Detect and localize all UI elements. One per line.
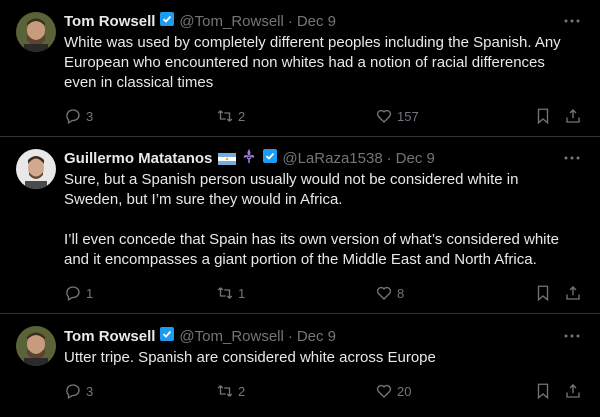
reply-button[interactable]: 1 (64, 283, 93, 303)
verified-badge-icon (262, 148, 278, 168)
separator-dot: · (287, 12, 293, 30)
tweet-text-line: Sure, but a Spanish person usually would… (64, 171, 519, 188)
share-button[interactable] (564, 106, 582, 126)
tweet-actions: 3 2 20 (64, 381, 584, 401)
heart-icon (376, 384, 392, 398)
avatar[interactable] (16, 326, 56, 366)
bookmark-button[interactable] (534, 283, 552, 303)
fleur-de-lis-icon (242, 148, 256, 168)
like-button[interactable]: 157 (375, 106, 419, 126)
author-handle[interactable]: @Tom_Rowsell (179, 328, 283, 345)
repost-icon (217, 110, 233, 122)
bookmark-icon (537, 108, 549, 125)
tweet-text-line: even in classical times (64, 74, 214, 91)
tweet-header: Tom Rowsell @Tom_Rowsell · Dec 9 (64, 11, 336, 31)
like-button[interactable]: 8 (375, 283, 404, 303)
tweet-text-line (64, 210, 584, 230)
share-button[interactable] (564, 283, 582, 303)
reply-button[interactable]: 3 (64, 106, 93, 126)
argentina-flag-icon (218, 152, 237, 165)
like-count: 157 (397, 108, 419, 124)
tweet-3[interactable]: Tom Rowsell @Tom_Rowsell · Dec 9 Utter t… (0, 314, 600, 417)
avatar[interactable] (16, 12, 56, 52)
separator-dot: · (287, 327, 293, 345)
reply-icon (66, 109, 80, 124)
author-handle[interactable]: @Tom_Rowsell (179, 13, 283, 30)
heart-icon (376, 109, 392, 123)
tweet-text-line: White was used by completely different p… (64, 34, 561, 51)
verified-badge-icon (159, 11, 175, 31)
like-count: 20 (397, 383, 412, 399)
reply-count: 3 (86, 383, 94, 399)
repost-icon (217, 287, 233, 299)
bookmark-button[interactable] (534, 381, 552, 401)
reply-count: 1 (86, 285, 94, 301)
reply-icon (66, 384, 80, 399)
tweet-header: Tom Rowsell @Tom_Rowsell · Dec 9 (64, 326, 336, 346)
share-button[interactable] (564, 381, 582, 401)
bookmark-icon (537, 285, 549, 302)
tweet-text: Sure, but a Spanish person usually would… (64, 170, 584, 270)
separator-dot: · (386, 149, 392, 167)
author-name[interactable]: Tom Rowsell (64, 328, 155, 345)
tweet-1[interactable]: Tom Rowsell @Tom_Rowsell · Dec 9 White w… (0, 0, 600, 134)
tweet-text-line: and it encompasses a giant portion of th… (64, 251, 537, 268)
bookmark-button[interactable] (534, 106, 552, 126)
like-button[interactable]: 20 (375, 381, 411, 401)
tweet-date[interactable]: Dec 9 (297, 13, 336, 30)
reply-button[interactable]: 3 (64, 381, 93, 401)
share-icon (566, 384, 580, 398)
like-count: 8 (397, 285, 405, 301)
reply-icon (66, 286, 80, 301)
bookmark-icon (537, 383, 549, 400)
repost-button[interactable]: 2 (216, 106, 245, 126)
tweet-text-line: European who encountered non whites had … (64, 54, 545, 71)
tweet-text-line: Sweden, but I’m sure they would in Afric… (64, 191, 343, 208)
repost-count: 2 (238, 108, 246, 124)
author-name[interactable]: Tom Rowsell (64, 13, 155, 30)
heart-icon (376, 286, 392, 300)
verified-badge-icon (159, 326, 175, 346)
repost-button[interactable]: 1 (216, 283, 245, 303)
author-name[interactable]: Guillermo Matatanos (64, 150, 212, 167)
repost-button[interactable]: 2 (216, 381, 245, 401)
tweet-text: White was used by completely different p… (64, 33, 584, 93)
tweet-header: Guillermo Matatanos @LaRaza1538 · Dec 9 (64, 148, 435, 168)
share-icon (566, 109, 580, 123)
tweet-2[interactable]: Guillermo Matatanos @LaRaza1538 · Dec 9 … (0, 137, 600, 312)
tweet-actions: 1 1 8 (64, 283, 584, 303)
repost-count: 2 (238, 383, 246, 399)
tweet-text-line: Utter tripe. Spanish are considered whit… (64, 349, 436, 366)
tweet-date[interactable]: Dec 9 (396, 150, 435, 167)
tweet-text-line: I’ll even concede that Spain has its own… (64, 231, 560, 248)
more-options-icon[interactable] (562, 11, 582, 31)
reply-count: 3 (86, 108, 94, 124)
tweet-actions: 3 2 157 (64, 106, 584, 126)
repost-icon (217, 385, 233, 397)
avatar[interactable] (16, 149, 56, 189)
tweet-text: Utter tripe. Spanish are considered whit… (64, 348, 584, 368)
more-options-icon[interactable] (562, 326, 582, 346)
share-icon (566, 286, 580, 300)
tweet-date[interactable]: Dec 9 (297, 328, 336, 345)
repost-count: 1 (238, 285, 246, 301)
more-options-icon[interactable] (562, 148, 582, 168)
author-handle[interactable]: @LaRaza1538 (282, 150, 382, 167)
